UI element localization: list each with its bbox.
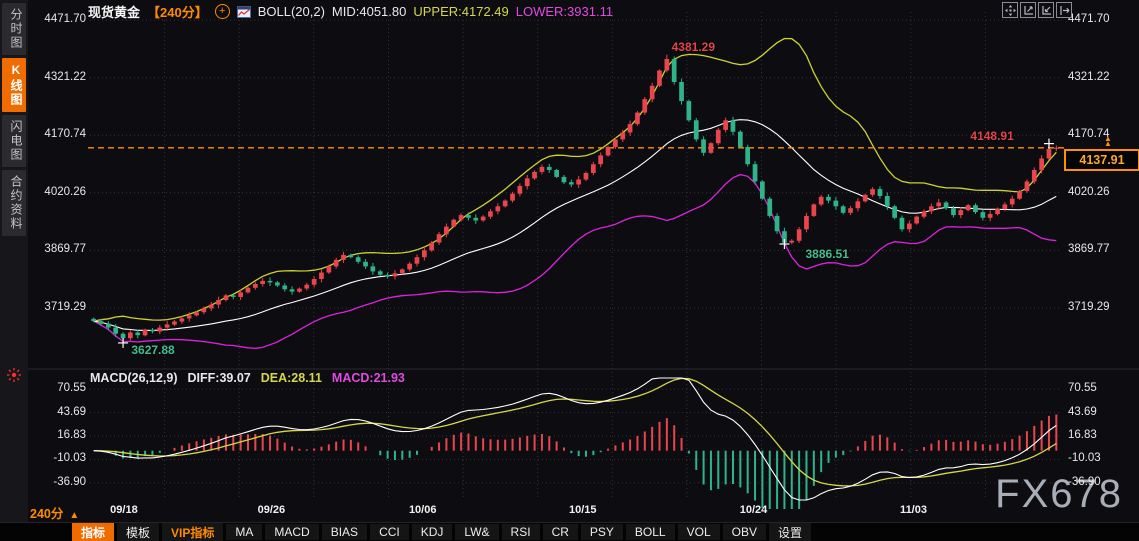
toolbar-item-14[interactable]: OBV bbox=[723, 524, 766, 540]
toolbar-item-15[interactable]: 设置 bbox=[769, 523, 811, 541]
price-up-arrow-icon: ▲▲ bbox=[1104, 136, 1112, 146]
macd-header: MACD(26,12,9) DIFF:39.07 DEA:28.11 MACD:… bbox=[90, 371, 405, 385]
sidebar-tab-2[interactable]: 闪电图 bbox=[2, 115, 26, 167]
period-arrow-icon: ▲ bbox=[69, 510, 79, 521]
toolbar-item-7[interactable]: KDJ bbox=[412, 524, 453, 540]
toolbar-item-13[interactable]: VOL bbox=[678, 524, 720, 540]
zoom-out-axis-icon[interactable] bbox=[1038, 2, 1054, 18]
boll-upper-value: UPPER:4172.49 bbox=[413, 4, 508, 19]
current-price-value: 4137.91 bbox=[1079, 153, 1124, 167]
macd-dea-value: DEA:28.11 bbox=[261, 371, 322, 385]
indicator-toolbar: 指标模板VIP指标MAMACDBIASCCIKDJLW&RSICRPSYBOLL… bbox=[0, 522, 1139, 541]
toolbar-item-0[interactable]: 指标 bbox=[72, 523, 114, 541]
zoom-in-axis-icon[interactable] bbox=[1020, 2, 1036, 18]
boll-indicator-label: BOLL(20,2) bbox=[258, 4, 325, 19]
toolbar-item-3[interactable]: MA bbox=[226, 524, 262, 540]
symbol-name: 现货黄金 bbox=[88, 2, 140, 21]
toolbar-item-10[interactable]: CR bbox=[543, 524, 578, 540]
toolbar-item-11[interactable]: PSY bbox=[581, 524, 623, 540]
pan-right-icon[interactable] bbox=[1056, 2, 1072, 18]
kline-chart-canvas[interactable] bbox=[0, 0, 1139, 541]
toolbar-item-5[interactable]: BIAS bbox=[322, 524, 367, 540]
period-label: 240分 bbox=[30, 507, 63, 521]
sidebar: 分时图 K线图闪电图合约资料 bbox=[0, 0, 28, 541]
period-badge: 【240分】 bbox=[147, 2, 208, 21]
sidebar-tab-3[interactable]: 合约资料 bbox=[2, 170, 26, 236]
toolbar-item-12[interactable]: BOLL bbox=[626, 524, 675, 540]
macd-macd-value: MACD:21.93 bbox=[332, 371, 405, 385]
macd-diff-value: DIFF:39.07 bbox=[188, 371, 251, 385]
kline-app: 分时图 K线图闪电图合约资料 现货黄金 【240分】 + BOLL(20,2) M… bbox=[0, 0, 1139, 541]
toolbar-item-1[interactable]: 模板 bbox=[117, 523, 159, 541]
macd-params-label: MACD(26,12,9) bbox=[90, 371, 178, 385]
current-price-tag: 4137.91 bbox=[1064, 149, 1139, 171]
toolbar-item-4[interactable]: MACD bbox=[265, 524, 318, 540]
chart-header: 现货黄金 【240分】 + BOLL(20,2) MID:4051.80 UPP… bbox=[88, 2, 613, 21]
period-selector[interactable]: 240分 ▲ bbox=[30, 503, 79, 522]
move-chart-icon[interactable] bbox=[1002, 2, 1018, 18]
add-compare-icon[interactable]: + bbox=[215, 4, 230, 19]
toolbar-item-6[interactable]: CCI bbox=[370, 524, 409, 540]
hot-marker-icon bbox=[6, 367, 22, 383]
boll-mid-value: MID:4051.80 bbox=[332, 4, 406, 19]
toolbar-item-9[interactable]: RSI bbox=[502, 524, 540, 540]
indicator-chart-icon[interactable] bbox=[237, 6, 251, 18]
toolbar-item-2[interactable]: VIP指标 bbox=[162, 523, 223, 541]
sidebar-tab-0[interactable]: 分时图 bbox=[2, 3, 26, 55]
sidebar-tab-1[interactable]: K线图 bbox=[2, 58, 26, 112]
chart-tool-buttons bbox=[1002, 2, 1072, 18]
sidebar-tabs: 分时图 K线图闪电图合约资料 bbox=[0, 3, 28, 236]
watermark: FX678 bbox=[995, 472, 1123, 517]
toolbar-item-8[interactable]: LW& bbox=[455, 524, 498, 540]
boll-lower-value: LOWER:3931.11 bbox=[516, 4, 613, 19]
